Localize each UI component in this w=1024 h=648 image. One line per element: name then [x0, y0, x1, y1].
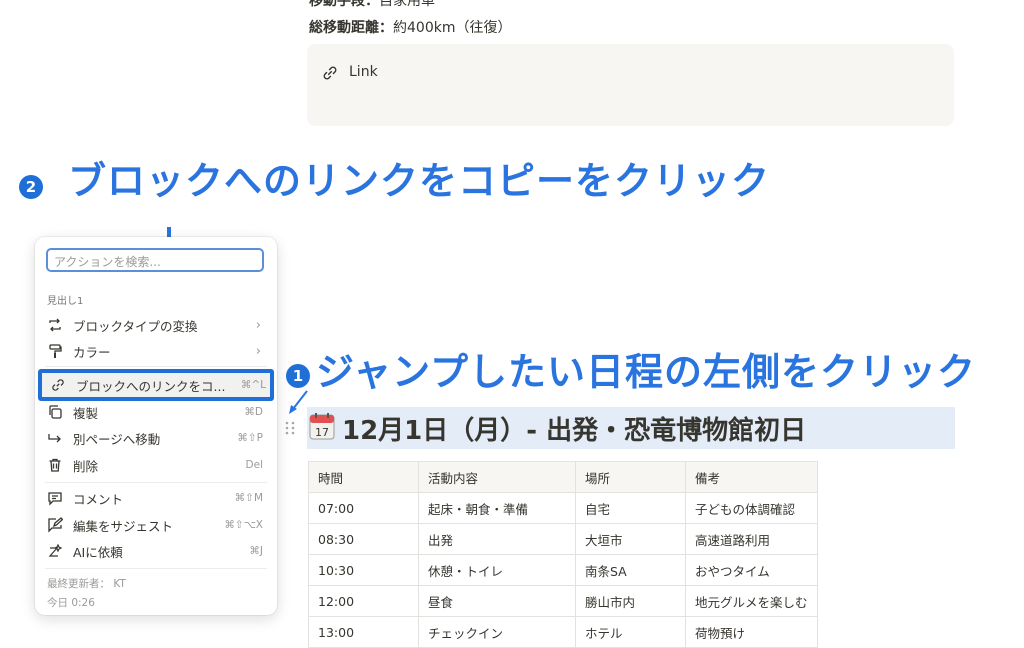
table-cell[interactable]: 勝山市内 — [575, 585, 686, 617]
trash-icon — [47, 457, 63, 473]
menu-item-label: コメント — [73, 491, 124, 507]
column-header[interactable]: 活動内容 — [418, 461, 576, 493]
calendar-icon: 17 — [309, 413, 335, 440]
duplicate-icon — [47, 404, 63, 420]
table-cell[interactable]: おやつタイム — [685, 554, 818, 586]
menu-divider — [45, 366, 267, 367]
menu-item-suggest-edits[interactable]: 編集をサジェスト ⌘⇧⌥X — [39, 513, 273, 537]
day-heading[interactable]: 12月1日（月）- 出発・恐竜博物館初日 — [342, 410, 806, 447]
table-cell[interactable]: 起床・朝食・準備 — [418, 492, 576, 524]
table-cell[interactable]: 12:00 — [308, 585, 419, 617]
transport-line: 移動手段：自家用車 — [309, 0, 435, 10]
table-cell[interactable]: 南条SA — [575, 554, 686, 586]
action-search-input[interactable]: アクションを検索... — [46, 248, 264, 272]
suggest-edit-icon — [47, 517, 63, 533]
table-header-row: 時間 活動内容 場所 備考 — [308, 461, 818, 493]
distance-label: 総移動距離： — [309, 20, 393, 36]
table-row: 13:00 チェックイン ホテル 荷物預け — [308, 616, 818, 648]
menu-item-color[interactable]: カラー › — [39, 339, 273, 363]
transport-value: 自家用車 — [379, 0, 435, 9]
menu-item-label: 別ページへ移動 — [73, 431, 161, 447]
table-cell[interactable]: チェックイン — [418, 616, 576, 648]
step-2-badge: 2 — [19, 175, 43, 199]
move-to-icon — [47, 430, 63, 446]
distance-value: 約400km（往復） — [393, 20, 512, 36]
turn-into-icon — [47, 317, 63, 333]
link-label: Link — [349, 64, 378, 80]
menu-item-label: ブロックタイプの変換 — [73, 318, 198, 334]
table-cell[interactable]: 08:30 — [308, 523, 419, 555]
step-1-badge: 1 — [286, 364, 310, 388]
link-icon — [323, 66, 337, 80]
table-cell[interactable]: 休憩・トイレ — [418, 554, 576, 586]
menu-item-shortcut: ⌘^L — [240, 379, 266, 391]
drag-handle-icon[interactable] — [284, 420, 296, 436]
menu-item-label: 編集をサジェスト — [73, 518, 174, 534]
menu-item-shortcut: ⌘⇧⌥X — [224, 519, 263, 531]
step-1-instruction: ジャンプしたい日程の左側をクリック — [316, 350, 976, 394]
table-row: 07:00 起床・朝食・準備 自宅 子どもの体調確認 — [308, 492, 818, 524]
menu-item-turn-into[interactable]: ブロックタイプの変換 › — [39, 313, 273, 337]
menu-item-shortcut: ⌘J — [249, 545, 263, 557]
last-edited-by: 最終更新者： KT — [47, 578, 126, 590]
table-cell[interactable]: 07:00 — [308, 492, 419, 524]
table-cell[interactable]: 10:30 — [308, 554, 419, 586]
menu-item-move-to[interactable]: 別ページへ移動 ⌘⇧P — [39, 426, 273, 450]
distance-line: 総移動距離：約400km（往復） — [309, 17, 511, 37]
column-header[interactable]: 時間 — [308, 461, 419, 493]
menu-item-copy-link-to-block[interactable]: ブロックへのリンクをコ... ⌘^L — [38, 369, 274, 401]
block-action-menu: アクションを検索... 見出し1 ブロックタイプの変換 › カラー › ブロック… — [35, 237, 277, 615]
menu-item-delete[interactable]: 削除 Del — [39, 453, 273, 477]
table-cell[interactable]: 荷物預け — [685, 616, 818, 648]
table-row: 12:00 昼食 勝山市内 地元グルメを楽しむ — [308, 585, 818, 617]
table-cell[interactable]: 地元グルメを楽しむ — [685, 585, 818, 617]
table-cell[interactable]: 昼食 — [418, 585, 576, 617]
paint-roller-icon — [47, 343, 63, 359]
menu-item-comment[interactable]: コメント ⌘⇧M — [39, 486, 273, 510]
menu-divider — [45, 568, 267, 569]
ai-icon — [47, 543, 63, 559]
table-cell[interactable]: ホテル — [575, 616, 686, 648]
menu-item-ask-ai[interactable]: AIに依頼 ⌘J — [39, 539, 273, 563]
link-block[interactable]: Link — [307, 44, 954, 126]
table-cell[interactable]: 13:00 — [308, 616, 419, 648]
menu-item-label: 削除 — [73, 458, 99, 474]
menu-item-shortcut: ⌘⇧M — [234, 492, 263, 504]
menu-item-label: AIに依頼 — [73, 544, 123, 560]
menu-item-duplicate[interactable]: 複製 ⌘D — [39, 400, 273, 424]
calendar-day: 17 — [315, 426, 329, 439]
menu-divider — [45, 482, 267, 483]
table-row: 08:30 出発 大垣市 高速道路利用 — [308, 523, 818, 555]
menu-item-shortcut: Del — [245, 459, 263, 471]
last-edited-time: 今日 0:26 — [47, 597, 95, 609]
table-cell[interactable]: 出発 — [418, 523, 576, 555]
chevron-right-icon: › — [255, 343, 261, 359]
menu-item-label: ブロックへのリンクをコ... — [76, 378, 226, 394]
table-cell[interactable]: 大垣市 — [575, 523, 686, 555]
table-cell[interactable]: 自宅 — [575, 492, 686, 524]
schedule-table: 時間 活動内容 場所 備考 07:00 起床・朝食・準備 自宅 子どもの体調確認… — [308, 461, 818, 648]
menu-item-shortcut: ⌘⇧P — [237, 432, 263, 444]
table-cell[interactable]: 高速道路利用 — [685, 523, 818, 555]
menu-item-label: カラー — [73, 344, 111, 360]
comment-icon — [47, 490, 63, 506]
link-icon — [50, 377, 66, 393]
step-2-instruction: ブロックへのリンクをコピーをクリック — [68, 159, 771, 203]
table-row: 10:30 休憩・トイレ 南条SA おやつタイム — [308, 554, 818, 586]
chevron-right-icon: › — [255, 317, 261, 333]
column-header[interactable]: 場所 — [575, 461, 686, 493]
menu-item-shortcut: ⌘D — [244, 406, 263, 418]
table-cell[interactable]: 子どもの体調確認 — [685, 492, 818, 524]
menu-item-label: 複製 — [73, 405, 99, 421]
menu-section-heading: 見出し1 — [47, 296, 84, 307]
transport-label: 移動手段： — [309, 0, 379, 9]
column-header[interactable]: 備考 — [685, 461, 818, 493]
